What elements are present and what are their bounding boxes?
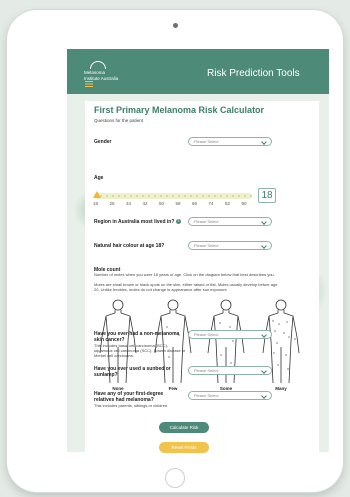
skin-cancer-desc: This includes basal cell carcinoma (BCC)… [94,343,186,358]
relatives-label: Have any of your first-degree relatives … [94,391,164,403]
chevron-down-icon [261,331,267,338]
relatives-select-placeholder: Please Select [194,393,219,398]
relatives-select[interactable]: Please Select [188,391,272,400]
hamburger-menu-icon[interactable] [85,81,93,87]
sunbed-select[interactable]: Please Select [188,366,272,375]
skin-cancer-select-placeholder: Please Select [194,332,219,337]
skin-cancer-select[interactable]: Please Select [188,330,272,339]
header-title: Risk Prediction Tools [207,68,300,79]
home-button[interactable] [165,468,185,488]
calculator-card-lower: Have you ever had a non-melanoma skin ca… [85,101,319,461]
chevron-down-icon [261,367,267,374]
sunbed-select-placeholder: Please Select [194,368,219,373]
chevron-down-icon [261,392,267,399]
logo[interactable]: Melanoma Institute Australia [84,61,118,81]
camera-icon [172,23,178,28]
reset-fields-button[interactable]: Reset Fields [159,442,209,453]
logo-arc-icon [90,61,106,69]
sunbed-label: Have you ever used a sunbed or sunlamp? [94,366,171,378]
app-header: Melanoma Institute Australia Risk Predic… [67,49,329,94]
relatives-desc: This includes parents, siblings or child… [94,403,169,408]
logo-text-line1: Melanoma [84,70,106,75]
calculate-risk-button[interactable]: Calculate Risk [159,422,209,433]
skin-cancer-label: Have you ever had a non-melanoma skin ca… [94,331,180,343]
